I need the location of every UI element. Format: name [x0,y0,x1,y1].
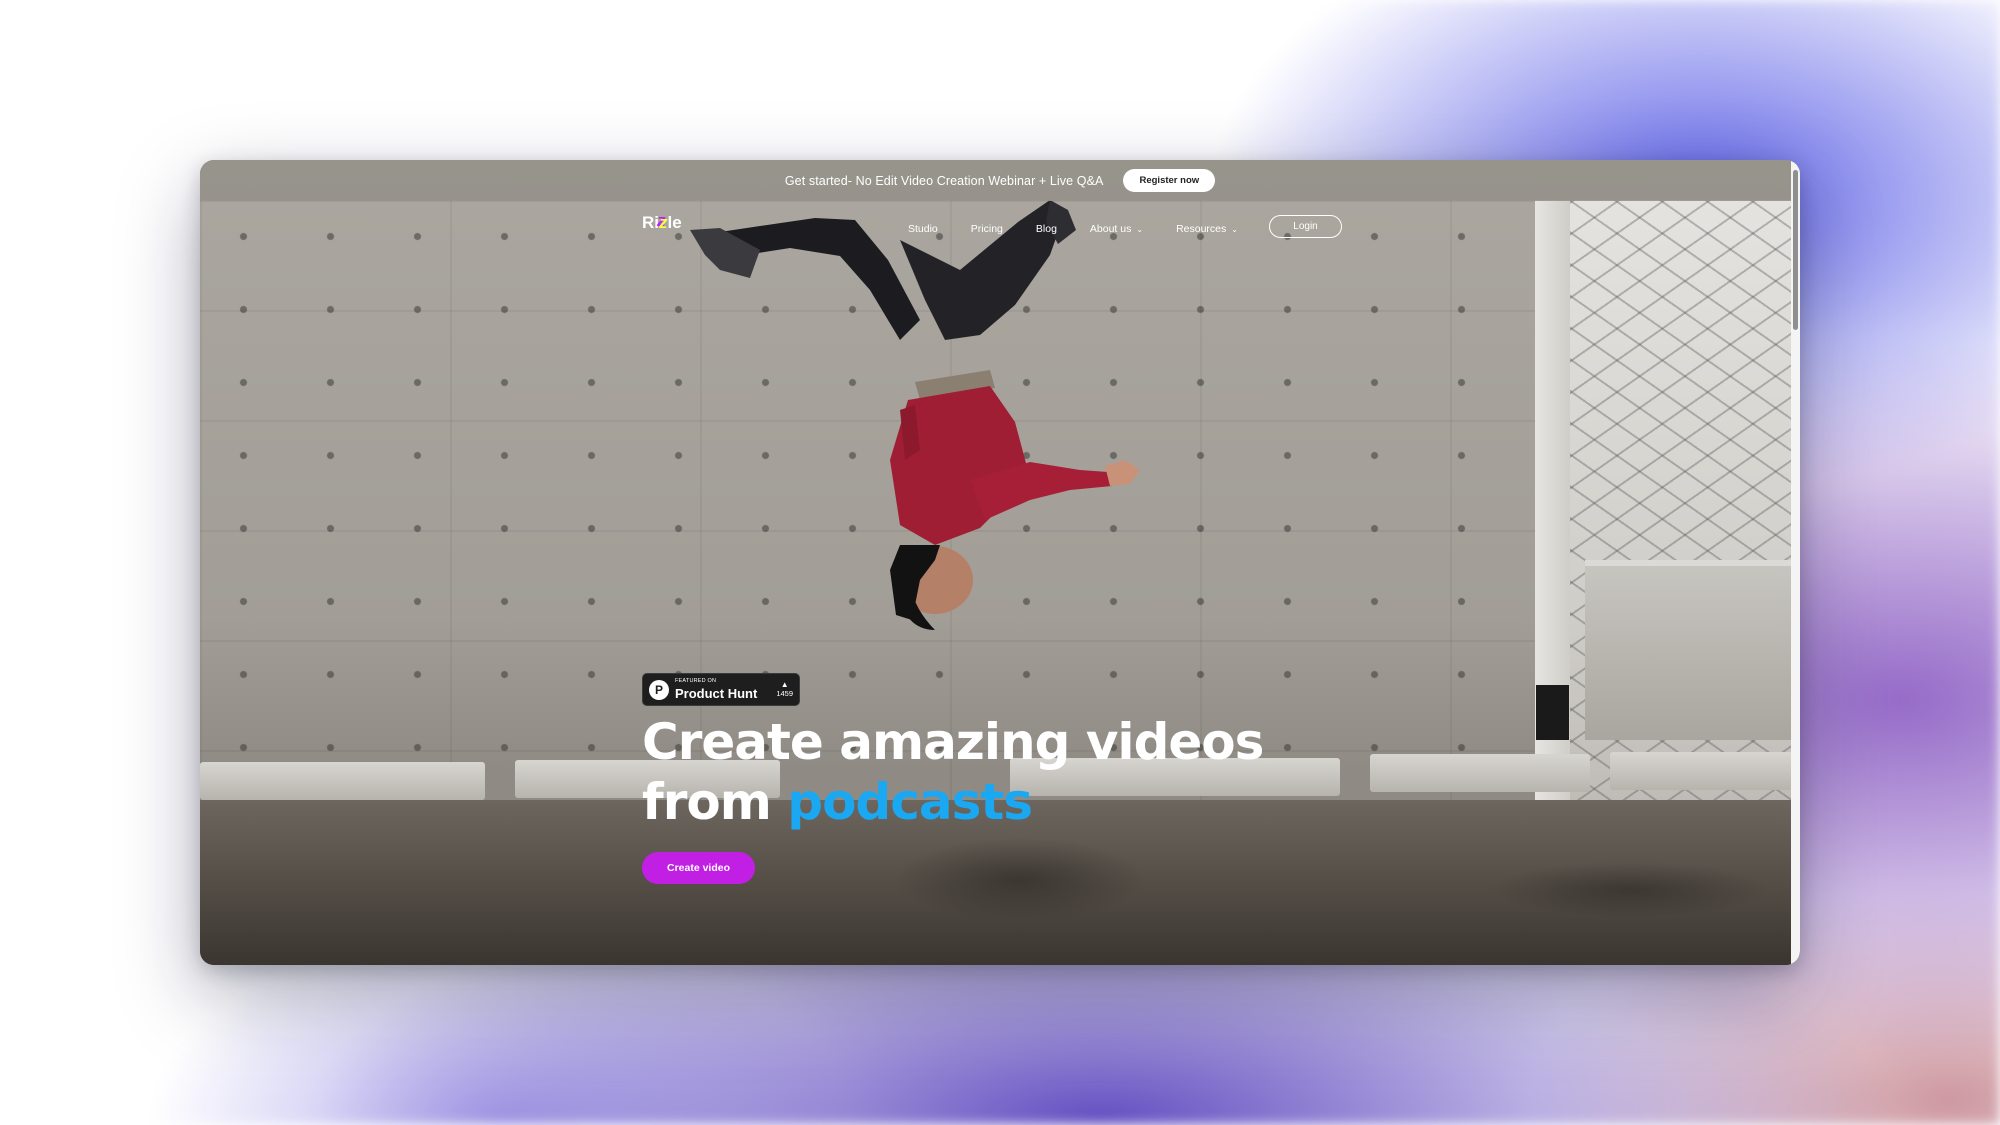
headline-line-1: Create amazing videos [642,713,1264,771]
nav-blog-link[interactable]: Blog [1036,223,1057,235]
nav-link-label: Studio [908,223,938,235]
login-button[interactable]: Login [1269,215,1342,238]
product-hunt-name: Product Hunt [675,685,758,701]
hero-headline: Create amazing videos from podcasts [642,712,1264,832]
low-wall [1585,560,1800,740]
scrollbar-thumb[interactable] [1793,170,1798,330]
create-video-button[interactable]: Create video [642,852,755,884]
announcement-banner: Get started- No Edit Video Creation Webi… [200,160,1800,201]
nav-link-label: Pricing [970,223,1003,235]
nav-link-label: Resources [1176,223,1227,235]
nav-links: Studio Pricing Blog About us ⌄ Resources… [908,223,1238,235]
upvote-count: ▲ 1459 [776,680,793,698]
hero-background [200,160,1800,965]
product-hunt-logo-icon: P [649,679,669,700]
nav-link-label: Blog [1035,223,1057,235]
vote-number: 1459 [776,688,793,698]
pillar-base [1536,685,1569,740]
nav-resources-dropdown[interactable]: Resources ⌄ [1176,223,1238,235]
register-now-button[interactable]: Register now [1123,169,1216,192]
product-hunt-badge[interactable]: P FEATURED ON Product Hunt ▲ 1459 [642,673,800,706]
logo-suffix: le [667,213,682,232]
nav-about-us-dropdown[interactable]: About us ⌄ [1090,223,1143,235]
headline-line-2-prefix: from [642,773,788,831]
nav-studio-link[interactable]: Studio [908,223,938,235]
vertical-scrollbar[interactable] [1791,160,1800,965]
nav-pricing-link[interactable]: Pricing [971,223,1003,235]
nav-link-label: About us [1089,223,1132,235]
logo-mark: z [659,213,668,232]
chevron-down-icon: ⌄ [1231,224,1238,234]
headline-accent-word: podcasts [787,773,1033,831]
main-nav: Ri z le Studio Pricing Blog About us ⌄ Res… [200,201,1800,251]
product-hunt-text: FEATURED ON Product Hunt [675,679,757,700]
chevron-down-icon: ⌄ [1136,224,1144,234]
rizzle-logo[interactable]: Ri z le [642,213,682,233]
browser-window: Get started- No Edit Video Creation Webi… [200,160,1800,965]
banner-text: Get started- No Edit Video Creation Webi… [784,173,1104,188]
logo-prefix: Ri [642,213,659,232]
featured-on-label: FEATURED ON [675,678,717,685]
